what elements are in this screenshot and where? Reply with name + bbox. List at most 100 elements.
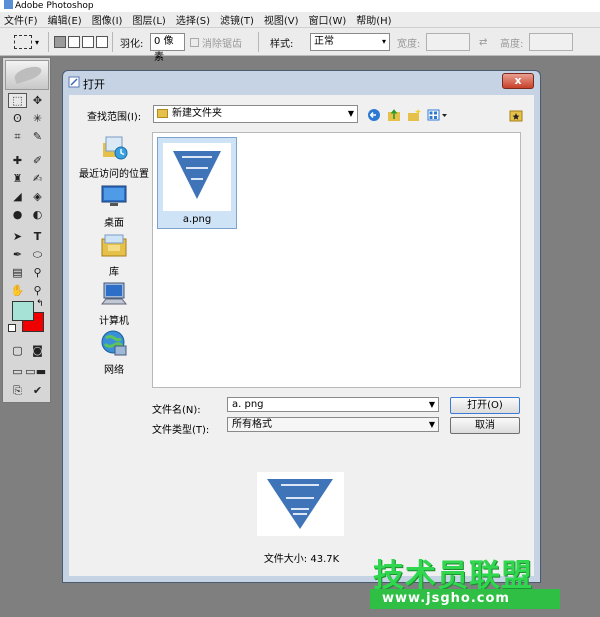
feather-label: 羽化: (120, 38, 144, 50)
history-brush-tool-icon[interactable]: ✍ (28, 171, 47, 186)
look-in-select[interactable]: 新建文件夹 ▼ (153, 105, 358, 123)
place-desktop[interactable]: 桌面 (79, 182, 149, 229)
place-network[interactable]: 网络 (79, 329, 149, 376)
menu-layer[interactable]: 图层(L) (132, 12, 165, 27)
open-button[interactable]: 打开(O) (450, 397, 520, 414)
triangle-diagram-preview-icon (267, 479, 333, 529)
file-list[interactable]: a.png (152, 132, 521, 388)
width-input[interactable] (426, 33, 470, 51)
back-icon[interactable] (367, 108, 381, 122)
lasso-tool-icon[interactable]: ʘ (8, 111, 27, 126)
path-select-tool-icon[interactable]: ➤ (8, 229, 27, 244)
open-dialog: 打开 x 查找范围(I): 新建文件夹 ▼ 最近访问的位置 桌面 库 计算机 网… (62, 70, 541, 583)
tool-preset-picker[interactable]: ▾ (14, 28, 39, 56)
place-label: 计算机 (99, 316, 129, 327)
swap-dimensions-icon[interactable]: ⇄ (479, 37, 487, 48)
eyedropper-tool-icon[interactable]: ⚲ (28, 265, 47, 280)
network-icon (100, 329, 128, 357)
paint-bucket-tool-icon[interactable]: ◈ (28, 189, 47, 204)
subtract-selection-icon[interactable] (82, 36, 94, 48)
photoshop-feather-logo[interactable] (5, 60, 49, 90)
height-input[interactable] (529, 33, 573, 51)
imageready-icon[interactable]: ✔ (28, 383, 47, 398)
dialog-body: 查找范围(I): 新建文件夹 ▼ 最近访问的位置 桌面 库 计算机 网络 a.p… (69, 95, 534, 576)
file-type-select[interactable]: 所有格式 ▼ (227, 417, 439, 432)
file-item-a-png[interactable]: a.png (157, 137, 237, 229)
standard-mode-icon[interactable]: ▢ (8, 343, 27, 358)
file-thumbnail (163, 143, 231, 211)
pen-tool-icon[interactable]: ✒ (8, 247, 27, 262)
menu-window[interactable]: 窗口(W) (309, 12, 347, 27)
new-selection-icon[interactable] (54, 36, 66, 48)
place-computer[interactable]: 计算机 (79, 280, 149, 327)
foreground-color-swatch[interactable] (12, 301, 34, 321)
place-label: 最近访问的位置 (79, 169, 149, 180)
menu-image[interactable]: 图像(I) (92, 12, 123, 27)
recent-places-icon (100, 133, 128, 161)
swap-colors-icon[interactable]: ↰ (36, 299, 44, 309)
menu-file[interactable]: 文件(F) (4, 12, 38, 27)
intersect-selection-icon[interactable] (96, 36, 108, 48)
shape-tool-icon[interactable]: ⬭ (28, 247, 47, 262)
slice-tool-icon[interactable]: ✎ (28, 129, 47, 144)
chevron-down-icon: ▾ (35, 37, 40, 47)
hand-tool-icon[interactable]: ✋ (8, 283, 27, 298)
watermark: 技术员联盟 www.jsgho.com (370, 545, 580, 613)
cancel-button[interactable]: 取消 (450, 417, 520, 434)
feather-input[interactable]: 0 像素 (150, 33, 185, 63)
computer-icon (100, 280, 128, 308)
file-type-value: 所有格式 (232, 419, 272, 430)
favorites-folder-icon[interactable] (509, 108, 523, 122)
notes-tool-icon[interactable]: ▤ (8, 265, 27, 280)
blur-tool-icon[interactable]: ● (8, 207, 27, 222)
brush-tool-icon[interactable]: ✐ (28, 153, 47, 168)
file-name-input[interactable]: a. png ▼ (227, 397, 439, 412)
view-menu-icon[interactable] (427, 108, 449, 122)
jump-to-imageready-icon[interactable]: ⎘ (8, 383, 27, 398)
menu-filter[interactable]: 滤镜(T) (220, 12, 254, 27)
image-preview (257, 472, 344, 536)
quick-mask-mode-icon[interactable]: ◙ (28, 343, 47, 358)
type-tool-icon[interactable]: T (28, 229, 47, 244)
chevron-down-icon: ▼ (428, 420, 435, 429)
healing-brush-tool-icon[interactable]: ✚ (8, 153, 27, 168)
move-tool-icon[interactable]: ✥ (28, 93, 47, 108)
options-bar: ▾ 羽化: 0 像素 消除锯齿 样式: 正常 ▾ 宽度: ⇄ 高度: (0, 28, 600, 63)
place-library[interactable]: 库 (79, 231, 149, 278)
place-recent[interactable]: 最近访问的位置 (79, 133, 149, 180)
chevron-down-icon: ▼ (347, 109, 354, 118)
menu-select[interactable]: 选择(S) (176, 12, 210, 27)
watermark-url: www.jsgho.com (382, 591, 510, 606)
library-icon (100, 231, 128, 259)
dialog-title-bar[interactable]: 打开 x (63, 71, 540, 93)
chevron-down-icon: ▼ (428, 400, 435, 409)
add-to-selection-icon[interactable] (68, 36, 80, 48)
style-select[interactable]: 正常 ▾ (310, 33, 390, 51)
toolbar-separator (258, 32, 259, 52)
default-colors-icon[interactable] (8, 324, 16, 332)
zoom-tool-icon[interactable]: ⚲ (28, 283, 47, 298)
photoshop-logo-icon (4, 0, 13, 9)
rect-marquee-tool-icon[interactable]: ⬚ (8, 93, 27, 108)
style-label: 样式: (270, 38, 294, 50)
crop-tool-icon[interactable]: ⌗ (8, 129, 27, 144)
file-name-label: 文件名(N): (152, 405, 201, 416)
menu-view[interactable]: 视图(V) (264, 12, 299, 27)
antialias-checkbox[interactable] (190, 37, 199, 47)
screen-mode-full-icon[interactable]: ▬ (34, 364, 48, 379)
width-label: 宽度: (397, 38, 421, 50)
new-folder-icon[interactable] (407, 108, 421, 122)
dialog-title: 打开 (83, 78, 105, 91)
close-button[interactable]: x (502, 73, 534, 89)
menu-edit[interactable]: 编辑(E) (48, 12, 82, 27)
triangle-diagram-thumbnail-icon (173, 151, 221, 199)
stamp-tool-icon[interactable]: ♜ (8, 171, 27, 186)
place-label: 网络 (104, 365, 124, 376)
dodge-tool-icon[interactable]: ◐ (28, 207, 47, 222)
chevron-down-icon: ▾ (381, 37, 386, 46)
menu-help[interactable]: 帮助(H) (356, 12, 391, 27)
magic-wand-tool-icon[interactable]: ✳ (28, 111, 47, 126)
look-in-label: 查找范围(I): (87, 112, 142, 123)
eraser-tool-icon[interactable]: ◢ (8, 189, 27, 204)
up-folder-icon[interactable] (387, 108, 401, 122)
